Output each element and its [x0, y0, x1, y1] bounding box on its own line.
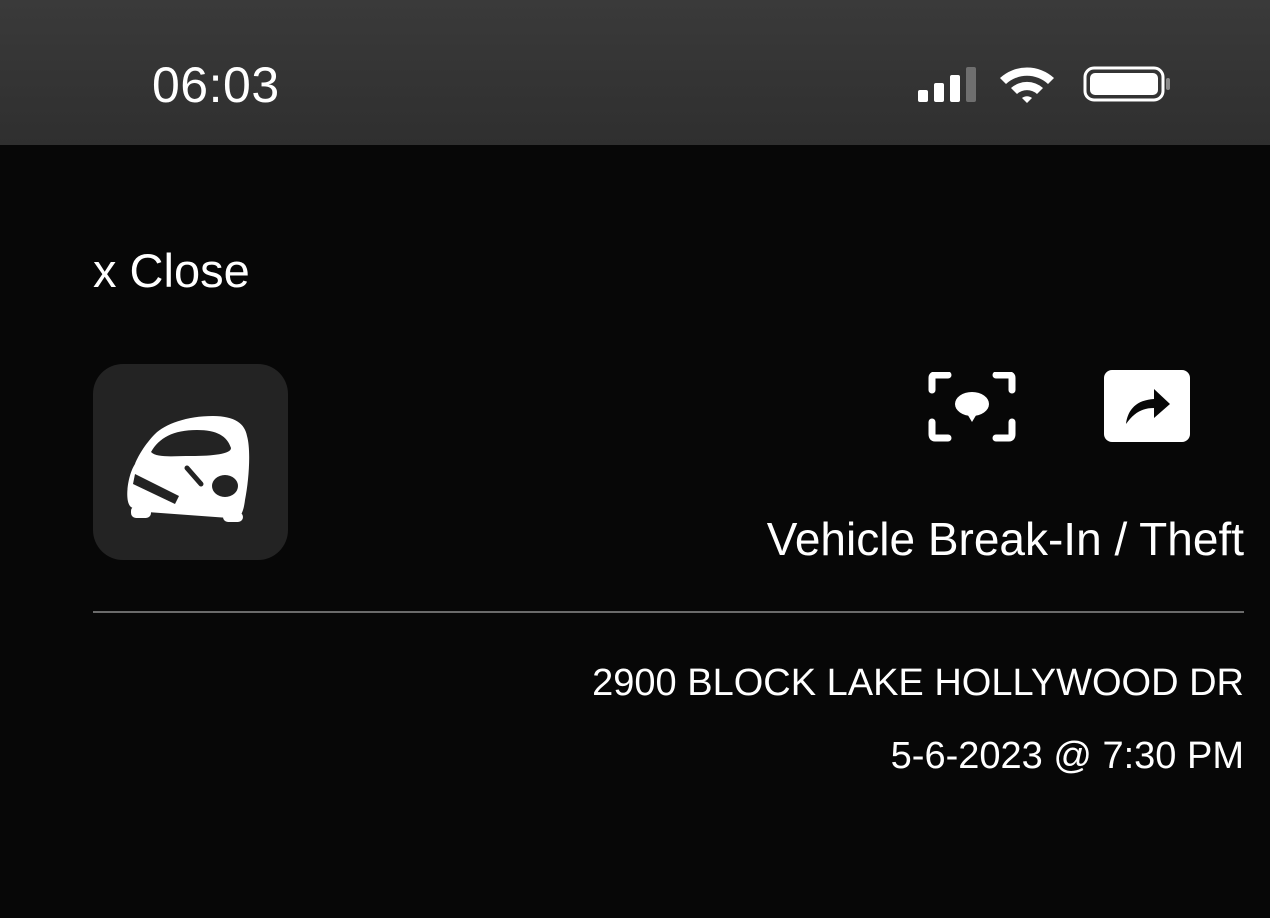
- incident-detail-screen: 06:03 x Close Vehicle Break-In / Theft 2…: [0, 0, 1270, 918]
- status-time: 06:03: [152, 57, 280, 113]
- wifi-icon: [1000, 67, 1054, 103]
- car-break-in-icon: [127, 416, 250, 522]
- cellular-signal-icon: [918, 67, 976, 102]
- comment-button[interactable]: [928, 371, 1016, 442]
- battery-icon: [1083, 66, 1170, 102]
- incident-type: Vehicle Break-In / Theft: [766, 513, 1244, 565]
- incident-datetime: 5-6-2023 @ 7:30 PM: [890, 735, 1244, 777]
- divider: [93, 611, 1244, 613]
- close-button[interactable]: x Close: [93, 243, 250, 298]
- status-bar: 06:03: [0, 0, 1270, 145]
- share-button[interactable]: [1104, 370, 1190, 442]
- share-icon: [1104, 370, 1190, 442]
- category-tile: [93, 364, 288, 560]
- incident-address: 2900 BLOCK LAKE HOLLYWOOD DR: [592, 662, 1244, 704]
- status-icons: [912, 64, 1192, 104]
- comment-focus-icon: [928, 371, 1016, 442]
